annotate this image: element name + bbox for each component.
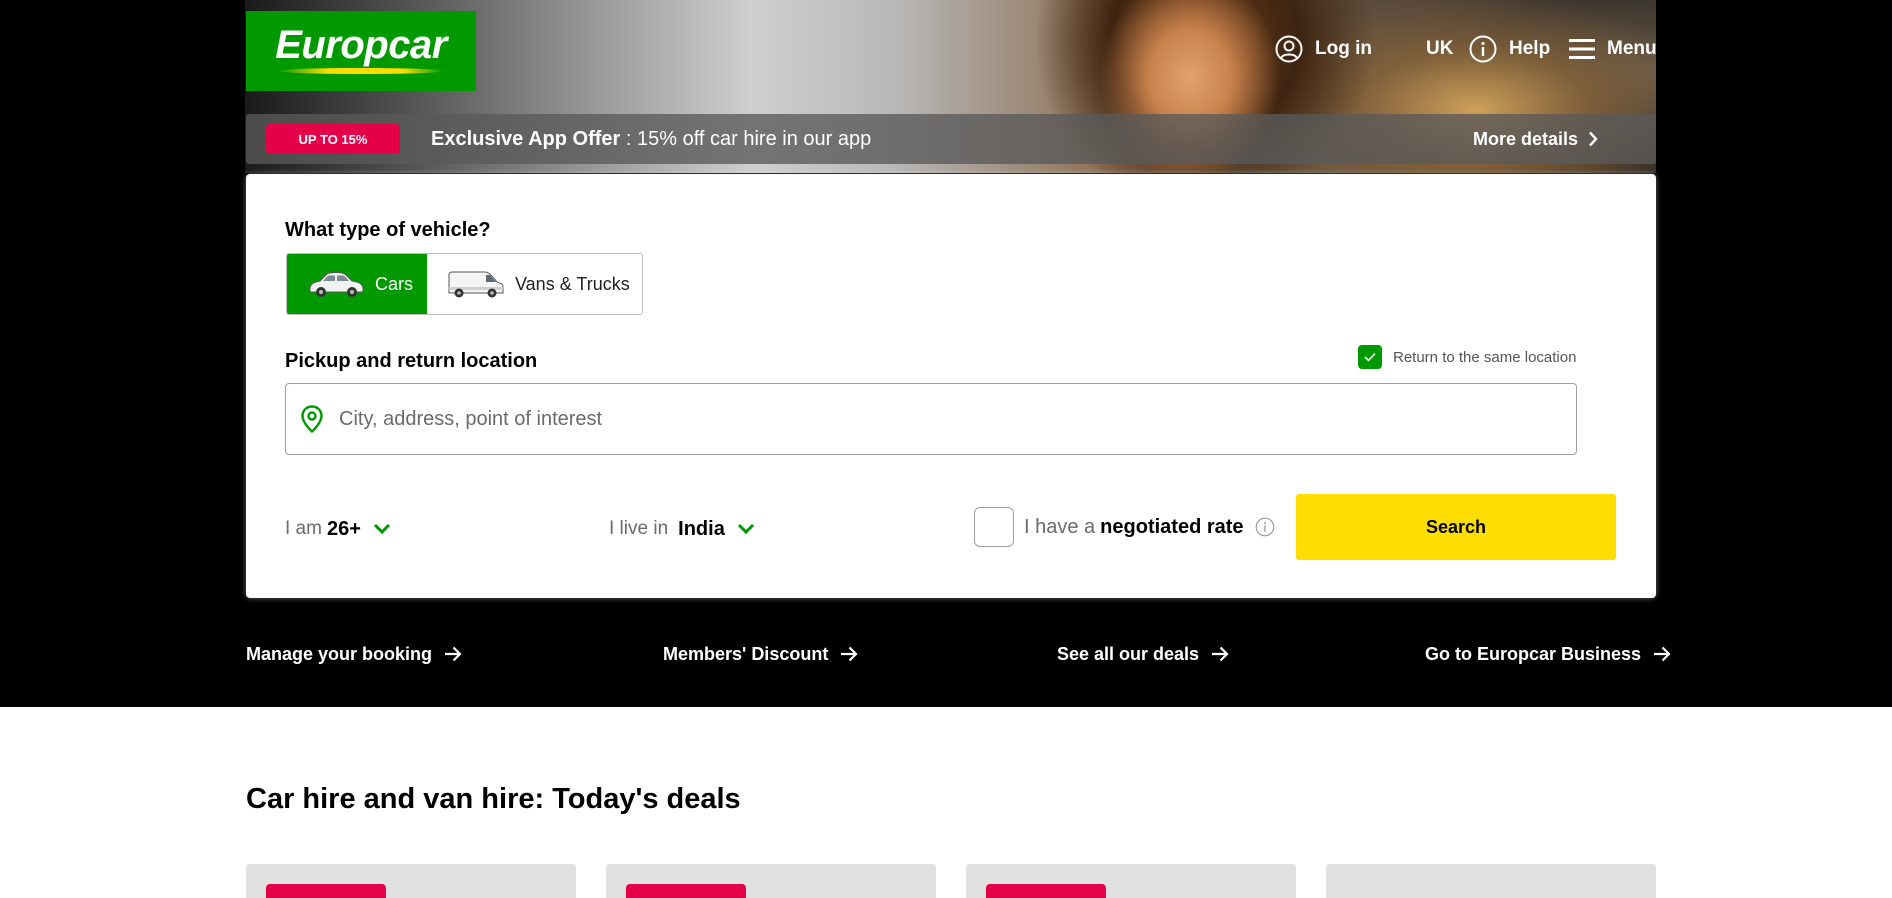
deal-badge: [986, 884, 1106, 898]
login-label: Log in: [1315, 38, 1372, 59]
info-icon[interactable]: [1255, 517, 1275, 537]
same-location-checkbox[interactable]: Return to the same location: [1358, 345, 1576, 369]
members-discount-link[interactable]: Members' Discount: [663, 641, 858, 667]
deal-card[interactable]: [1326, 864, 1656, 898]
offer-title: Exclusive App Offer: [431, 127, 621, 150]
vehicle-type-vans-trucks[interactable]: Vans & Trucks: [427, 254, 642, 314]
help-link[interactable]: Help: [1469, 34, 1550, 64]
offer-badge: UP TO 15%: [266, 124, 400, 154]
chevron-right-icon: [1589, 131, 1598, 147]
search-form-card: What type of vehicle? Cars Vans & Trucks…: [246, 174, 1656, 598]
user-circle-icon: [1275, 35, 1303, 63]
app-offer-banner: UP TO 15% Exclusive App Offer : 15% off …: [246, 114, 1656, 164]
van-icon: [448, 271, 504, 298]
quick-link-label: Manage your booking: [246, 643, 433, 664]
quick-link-label: Go to Europcar Business: [1425, 643, 1642, 664]
cars-label: Cars: [375, 273, 414, 294]
logo-swoosh: [277, 68, 445, 74]
chevron-down-icon: [737, 523, 754, 535]
info-circle-icon: [1469, 35, 1497, 63]
arrow-right-icon: [1654, 646, 1671, 662]
negotiated-prefix: I have a: [1024, 515, 1096, 538]
chevron-down-icon: [373, 523, 390, 535]
region-selector[interactable]: UK: [1426, 34, 1453, 64]
deals-heading: Car hire and van hire: Today's deals: [246, 783, 741, 815]
negotiated-rate-option[interactable]: I have a negotiated rate: [974, 507, 1275, 547]
deal-card[interactable]: [246, 864, 576, 898]
negotiated-rate-label: negotiated rate: [1100, 515, 1244, 538]
location-label: Pickup and return location: [285, 350, 538, 372]
quick-link-label: See all our deals: [1057, 643, 1200, 664]
logo-text: Europcar: [275, 23, 447, 67]
quick-link-label: Members' Discount: [663, 643, 829, 664]
country-value: India: [678, 517, 725, 540]
region-label: UK: [1426, 38, 1454, 59]
login-link[interactable]: Log in: [1275, 34, 1372, 64]
deal-badge: [626, 884, 746, 898]
europcar-logo[interactable]: Europcar: [246, 11, 476, 91]
country-selector[interactable]: I live in India: [609, 514, 755, 544]
deal-card[interactable]: [606, 864, 936, 898]
help-label: Help: [1509, 38, 1551, 59]
offer-text: Exclusive App Offer : 15% off car hire i…: [431, 128, 871, 151]
vehicle-type-toggle: Cars Vans & Trucks: [286, 253, 643, 315]
arrow-right-icon: [841, 646, 858, 662]
vans-trucks-label: Vans & Trucks: [515, 273, 630, 294]
menu-label: Menu: [1607, 38, 1657, 59]
more-details-link[interactable]: More details: [1473, 114, 1598, 164]
more-details-label: More details: [1472, 128, 1578, 149]
location-pin-icon: [301, 405, 323, 433]
hamburger-icon: [1569, 39, 1595, 59]
negotiated-rate-checkbox[interactable]: [974, 507, 1014, 547]
location-search-input[interactable]: [339, 407, 1439, 431]
checkbox-checked[interactable]: [1358, 345, 1382, 369]
search-button[interactable]: Search: [1296, 494, 1616, 560]
all-deals-link[interactable]: See all our deals: [1057, 641, 1229, 667]
age-value: 26+: [326, 517, 361, 540]
car-icon: [309, 272, 364, 297]
location-field[interactable]: [285, 383, 1577, 455]
vehicle-type-heading: What type of vehicle?: [285, 219, 491, 241]
country-prefix: I live in: [609, 518, 669, 539]
same-location-label: Return to the same location: [1393, 348, 1577, 366]
age-prefix: I am: [285, 518, 322, 539]
manage-booking-link[interactable]: Manage your booking: [246, 641, 462, 667]
offer-description: : 15% off car hire in our app: [620, 127, 872, 150]
arrow-right-icon: [1212, 646, 1229, 662]
europcar-business-link[interactable]: Go to Europcar Business: [1425, 641, 1671, 667]
hero-section: Europcar Log in UK Help Menu UP TO 15% E…: [0, 0, 1892, 707]
checkmark-icon: [1364, 352, 1376, 362]
deal-card[interactable]: [966, 864, 1296, 898]
menu-button[interactable]: Menu: [1569, 34, 1657, 64]
deal-badge: [266, 884, 386, 898]
age-selector[interactable]: I am 26+: [285, 514, 391, 544]
vehicle-type-cars[interactable]: Cars: [287, 254, 427, 314]
arrow-right-icon: [445, 646, 462, 662]
